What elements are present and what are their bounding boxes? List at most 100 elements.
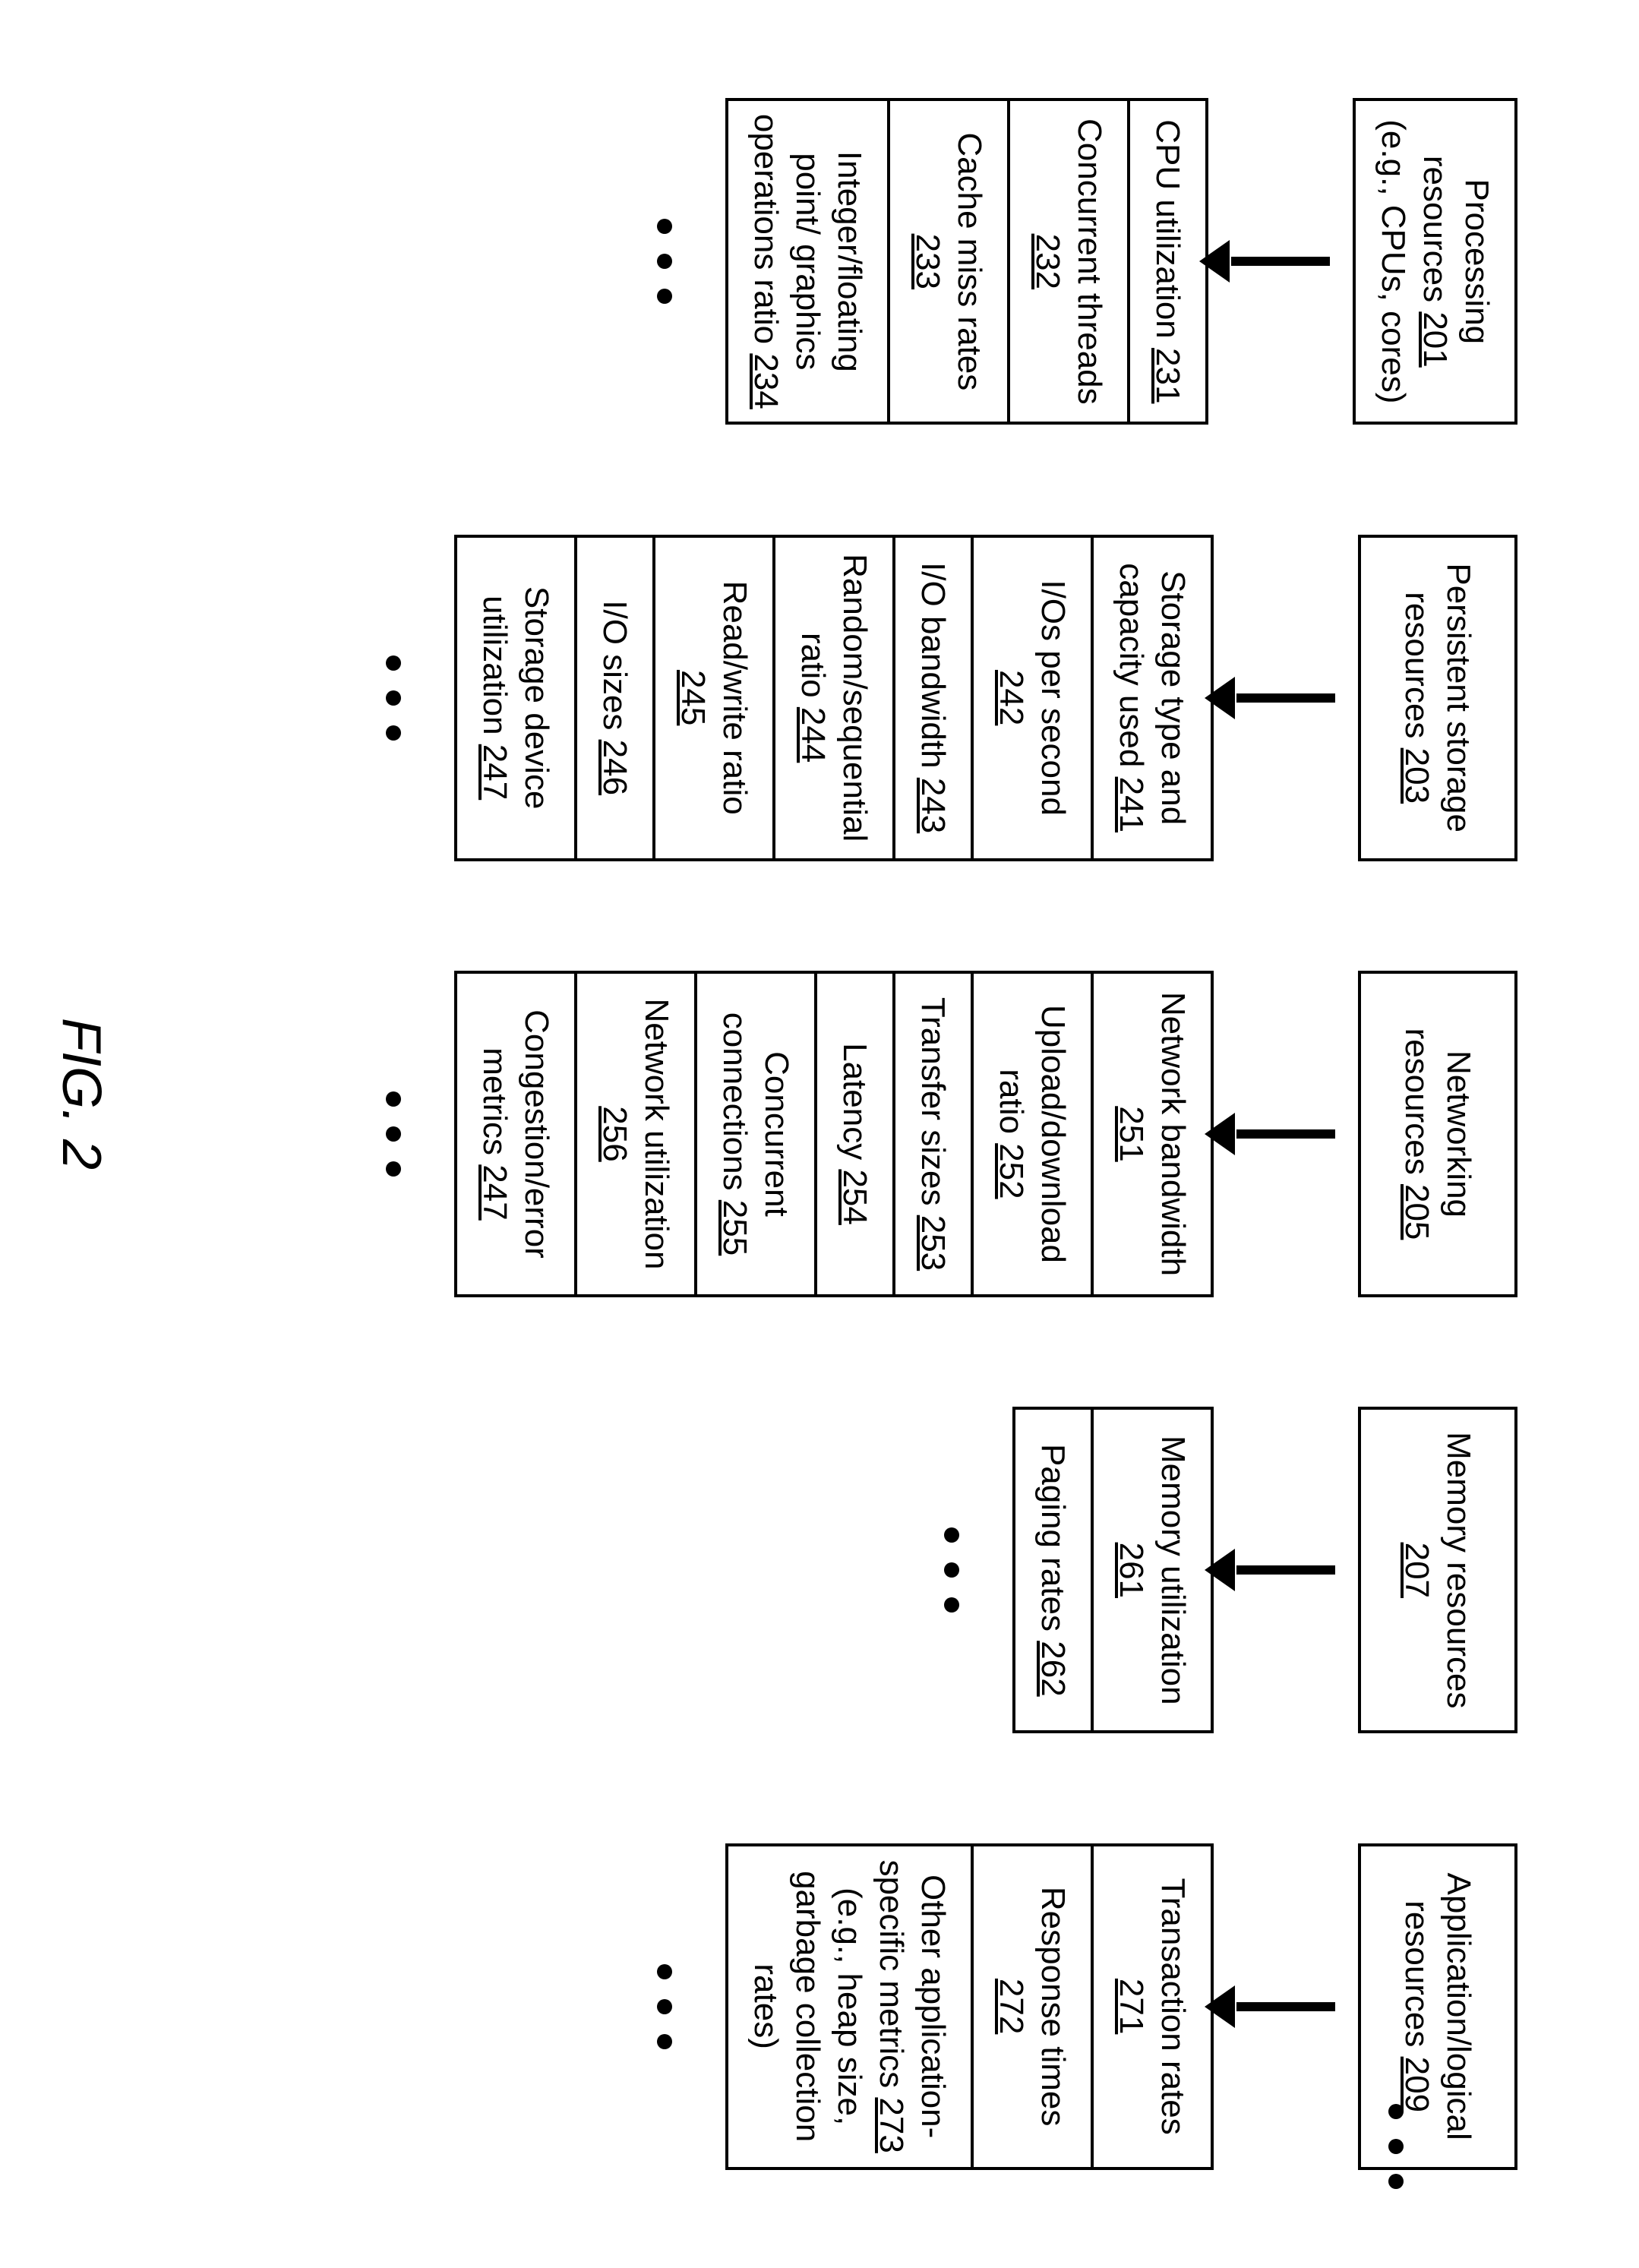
metric-ref: 242	[993, 670, 1030, 725]
metric-box: Network utilization 256	[574, 971, 697, 1297]
metric-text: Concurrent connections	[716, 1012, 795, 1217]
metric-text: I/O bandwidth	[914, 562, 952, 769]
metric-text: Memory utilization	[1154, 1436, 1192, 1705]
metric-box: Memory utilization 261	[1091, 1407, 1214, 1733]
arrow-down-icon	[1214, 2002, 1358, 2011]
metric-box: Transaction rates 271	[1091, 1843, 1214, 2170]
metric-text: I/Os per second	[1034, 580, 1072, 816]
header-ref: 205	[1398, 1184, 1435, 1240]
metric-box: Other application-specific metrics 273 (…	[725, 1843, 974, 2170]
metric-ref: 233	[909, 234, 946, 289]
metric-stack: Storage type and capacity used 241 I/Os …	[454, 535, 1214, 861]
metric-box: I/Os per second 242	[971, 535, 1094, 861]
header-ref: 203	[1398, 748, 1435, 804]
column-memory: Memory resources 207 Memory utilization …	[944, 1395, 1517, 1745]
vertical-ellipsis-icon	[657, 1964, 672, 2049]
metric-text: Upload/download ratio	[993, 1005, 1072, 1263]
metric-ref: 261	[1113, 1543, 1150, 1598]
metric-box: Concurrent threads 232	[1007, 98, 1130, 425]
metric-text: Paging rates	[1034, 1444, 1072, 1632]
metric-text: Congestion/error metrics	[476, 1009, 555, 1259]
metric-box: Random/sequential ratio 244	[772, 535, 895, 861]
metric-box: Cache miss rates 233	[887, 98, 1010, 425]
metric-text: Network utilization	[638, 998, 675, 1269]
metric-stack: Memory utilization 261 Paging rates 262	[1012, 1407, 1214, 1733]
arrow-down-icon	[1214, 693, 1358, 703]
metric-text: I/O sizes	[596, 600, 633, 730]
metric-box: Concurrent connections 255	[694, 971, 817, 1297]
metric-ref: 234	[747, 353, 785, 409]
header-suffix: (e.g., CPUs, cores)	[1375, 119, 1412, 403]
column-processing: Processing resources 201 (e.g., CPUs, co…	[657, 87, 1517, 436]
metric-text: Latency	[836, 1043, 873, 1160]
header-processing: Processing resources 201 (e.g., CPUs, co…	[1353, 98, 1517, 425]
metric-ref: 243	[914, 778, 952, 833]
metric-ref: 272	[993, 1979, 1030, 2034]
metric-text: Transfer sizes	[914, 997, 952, 1206]
metric-ref: 247	[476, 744, 513, 800]
metric-box: CPU utilization 231	[1127, 98, 1208, 425]
metric-stack: Transaction rates 271 Response times 272…	[725, 1843, 1214, 2170]
metric-ref: 246	[596, 740, 633, 795]
metric-box: Network bandwidth 251	[1091, 971, 1214, 1297]
figure-caption: FIG. 2	[50, 1018, 112, 1170]
metric-ref: 245	[674, 670, 712, 725]
metric-box: Integer/floating point/ graphics operati…	[725, 98, 890, 425]
diagram-columns: Processing resources 201 (e.g., CPUs, co…	[0, 0, 1639, 2268]
metric-ref: 254	[836, 1169, 873, 1224]
metric-text: Read/write ratio	[716, 581, 753, 815]
diagram-canvas: Processing resources 201 (e.g., CPUs, co…	[0, 0, 1639, 1639]
metric-ref: 273	[873, 2097, 910, 2153]
column-networking: Networking resources 205 Network bandwid…	[386, 959, 1517, 1309]
vertical-ellipsis-icon	[944, 1527, 959, 1613]
vertical-ellipsis-icon	[386, 1091, 401, 1177]
metric-ref: 255	[716, 1200, 753, 1256]
arrow-down-icon	[1214, 1129, 1358, 1139]
metric-box: I/O bandwidth 243	[892, 535, 974, 861]
header-memory: Memory resources 207	[1358, 1407, 1517, 1733]
metric-stack: Network bandwidth 251 Upload/download ra…	[454, 971, 1214, 1297]
arrow-down-icon	[1208, 257, 1353, 266]
metric-ref: 262	[1034, 1641, 1072, 1696]
metric-box: Latency 254	[814, 971, 895, 1297]
arrow-down-icon	[1214, 1565, 1358, 1575]
metric-text: CPU utilization	[1149, 119, 1186, 339]
metric-ref: 241	[1113, 777, 1150, 832]
metric-ref: 244	[794, 707, 832, 763]
metric-suffix: (e.g., heap size, garbage collection rat…	[747, 1871, 868, 2142]
metric-ref: 271	[1113, 1979, 1150, 2034]
header-ref: 201	[1416, 311, 1454, 367]
header-text: Memory resources	[1440, 1432, 1477, 1708]
metric-stack: CPU utilization 231 Concurrent threads 2…	[725, 98, 1208, 425]
metric-text: Cache miss rates	[951, 132, 988, 390]
header-storage: Persistent storage resources 203	[1358, 535, 1517, 861]
metric-box: Storage device utilization 247	[454, 535, 577, 861]
metric-box: I/O sizes 246	[574, 535, 655, 861]
metric-text: Transaction rates	[1154, 1878, 1192, 2134]
horizontal-ellipsis-icon	[1388, 2104, 1457, 2189]
metric-text: Concurrent threads	[1071, 118, 1108, 405]
metric-ref: 256	[596, 1106, 633, 1161]
metric-ref: 253	[914, 1215, 952, 1271]
metric-text: Response times	[1034, 1887, 1072, 2126]
metric-box: Transfer sizes 253	[892, 971, 974, 1297]
vertical-ellipsis-icon	[386, 655, 401, 741]
metric-box: Paging rates 262	[1012, 1407, 1094, 1733]
metric-text: Random/sequential ratio	[794, 554, 873, 842]
metric-ref: 252	[993, 1143, 1030, 1199]
metric-box: Upload/download ratio 252	[971, 971, 1094, 1297]
metric-ref: 231	[1149, 348, 1186, 403]
vertical-ellipsis-icon	[657, 219, 672, 304]
column-storage: Persistent storage resources 203 Storage…	[386, 523, 1517, 873]
metric-box: Response times 272	[971, 1843, 1094, 2170]
metric-ref: 232	[1029, 234, 1066, 289]
metric-box: Congestion/error metrics 247	[454, 971, 577, 1297]
header-ref: 207	[1398, 1543, 1435, 1598]
metric-ref: 247	[476, 1164, 513, 1220]
metric-box: Read/write ratio 245	[652, 535, 775, 861]
metric-ref: 251	[1113, 1106, 1150, 1161]
metric-text: Network bandwidth	[1154, 992, 1192, 1276]
metric-text: Integer/floating point/ graphics operati…	[747, 114, 868, 372]
metric-box: Storage type and capacity used 241	[1091, 535, 1214, 861]
header-networking: Networking resources 205	[1358, 971, 1517, 1297]
